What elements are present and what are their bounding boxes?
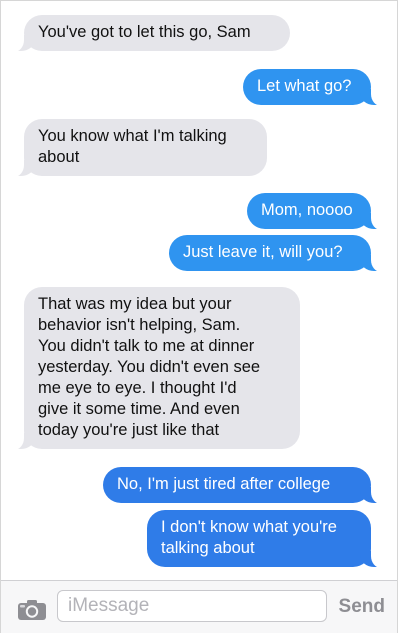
message-text: You've got to let this go, Sam [38,23,251,41]
message-bubble-sent: Let what go? [243,69,383,106]
message-bubble-received: You've got to let this go, Sam [12,15,290,52]
message-bubble-sent: Just leave it, will you? [169,235,383,272]
message-text: You know what I'm talking about [38,127,227,166]
message-bubble-received: You know what I'm talking about [12,119,267,177]
message-bubble-received: That was my idea but your behavior isn't… [12,287,300,450]
message-bubble-sent: Mom, noooo [247,193,383,230]
message-text: Let what go? [257,77,352,95]
send-button[interactable]: Send [339,596,385,618]
message-text: Just leave it, will you? [183,243,343,261]
message-text: I don't know what you're talking about [161,518,337,557]
message-input-placeholder: iMessage [68,595,150,616]
message-text: That was my idea but your behavior isn't… [38,295,261,439]
message-bubble-sent: I don't know what you're talking about [147,510,383,568]
message-input[interactable]: iMessage [57,590,327,622]
message-text: No, I'm just tired after college [117,475,331,493]
message-input-bar: iMessage Send [1,580,397,633]
conversation-view: You've got to let this go, Sam Let what … [0,0,398,633]
message-bubble-sent: No, I'm just tired after college [103,467,383,504]
camera-icon[interactable] [17,599,47,621]
message-text: Mom, noooo [261,201,353,219]
